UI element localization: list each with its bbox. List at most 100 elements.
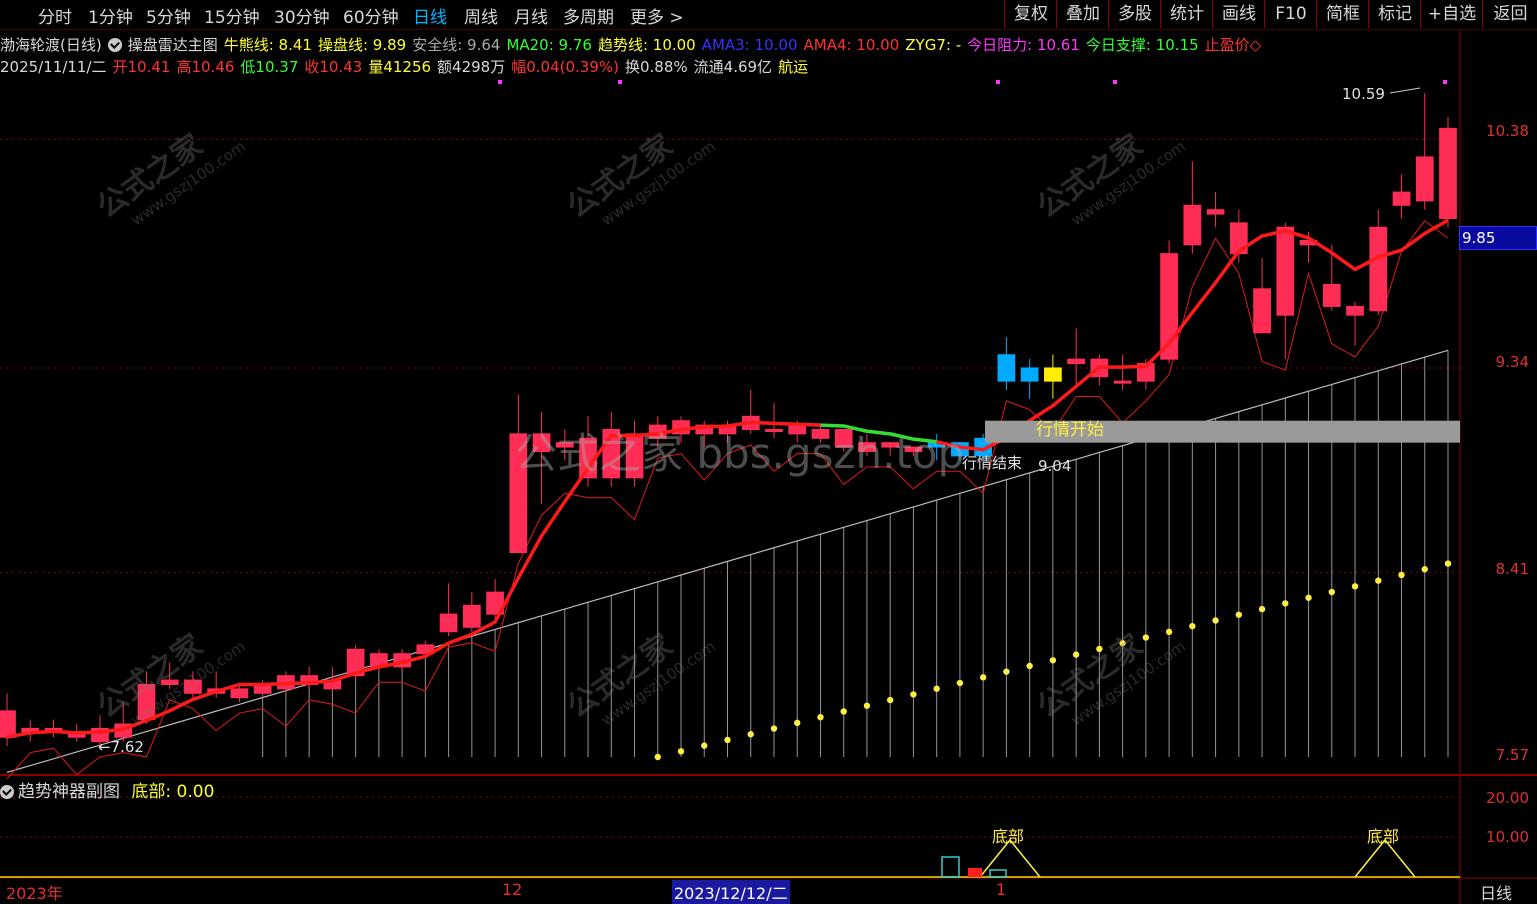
dropdown-check-icon[interactable] bbox=[107, 38, 122, 52]
candle-body bbox=[137, 683, 156, 721]
candle-body bbox=[555, 442, 574, 448]
sub-bar bbox=[968, 868, 982, 877]
candle-body bbox=[904, 446, 923, 452]
candle-body bbox=[834, 428, 853, 448]
candle-body bbox=[1369, 226, 1388, 312]
bull-bear-dot bbox=[1096, 645, 1103, 653]
indicator-value: 操盘线: 9.89 bbox=[317, 36, 407, 54]
tab-fenshi[interactable]: 分时 bbox=[38, 3, 72, 28]
bull-bear-dot bbox=[1328, 588, 1335, 596]
button-f10[interactable]: F10 bbox=[1264, 0, 1317, 28]
tab-daily[interactable]: 日线 bbox=[413, 3, 447, 28]
high-arrow bbox=[1389, 87, 1421, 94]
tab-30min[interactable]: 30分钟 bbox=[274, 3, 330, 28]
bull-bear-dot bbox=[840, 708, 847, 715]
trend-start-label: 行情开始 bbox=[1036, 420, 1104, 440]
bull-bear-dot bbox=[1072, 651, 1080, 658]
candle-body bbox=[1020, 367, 1039, 382]
x-label-cursor-date: 2023/12/12/二 bbox=[672, 880, 790, 904]
formula-name[interactable]: 操盘雷达主图 bbox=[128, 36, 218, 54]
sub-bar bbox=[941, 856, 960, 878]
indicator-value: 安全线: 9.64 bbox=[412, 36, 501, 54]
candle-body bbox=[509, 433, 528, 554]
x-label-dec: 12 bbox=[502, 880, 523, 899]
bottom-marker-label: 底部 bbox=[1367, 827, 1399, 846]
tab-1min[interactable]: 1分钟 bbox=[88, 3, 133, 28]
tab-weekly[interactable]: 周线 bbox=[464, 3, 498, 28]
indicator-value: ZYG7: - bbox=[905, 36, 962, 54]
quote-value: 高10.46 bbox=[176, 58, 235, 76]
x-label-year: 2023年 bbox=[6, 884, 63, 903]
indicator-value: 今日支撑: 10.15 bbox=[1085, 36, 1199, 54]
stock-name[interactable]: 渤海轮渡(日线) bbox=[0, 36, 102, 54]
bull-bear-dot bbox=[979, 674, 987, 681]
quote-values: 开10.41 高10.46 低10.37 收10.43 量41256 额4298万 幅0.0… bbox=[113, 58, 815, 76]
bull-bear-dot bbox=[1003, 668, 1010, 675]
bull-bear-dot bbox=[1305, 594, 1312, 601]
trend-end-value: 9.04 bbox=[1038, 457, 1071, 475]
high-price-label: 10.59 bbox=[1342, 85, 1385, 103]
quote-value: 量41256 bbox=[368, 58, 432, 76]
bull-bear-dot bbox=[933, 685, 940, 692]
bull-bear-dot bbox=[1119, 640, 1126, 647]
bottom-marker-label: 底部 bbox=[992, 827, 1024, 846]
indicator-value: 今日阻力: 10.61 bbox=[967, 36, 1080, 54]
candle-body bbox=[1276, 226, 1295, 316]
tab-more[interactable]: 更多 > bbox=[630, 3, 684, 28]
tab-monthly[interactable]: 月线 bbox=[514, 3, 548, 28]
signal-dot bbox=[1113, 80, 1117, 84]
period-label: 日线 bbox=[1480, 884, 1513, 903]
signal-dot bbox=[1443, 80, 1447, 84]
candle-body bbox=[788, 424, 807, 435]
quote-line: 2025/11/11/二 开10.41 高10.46 低10.37 收10.43 量412… bbox=[0, 56, 820, 77]
candle-body bbox=[765, 428, 783, 432]
kline-chart[interactable]: 10.59 ←7.62 行情开始行情结束 9.04 底部 底部 bbox=[0, 0, 1537, 904]
sub-y-label-20: 20.00 bbox=[1486, 789, 1529, 807]
bull-bear-dot bbox=[863, 702, 871, 709]
candle-body bbox=[1439, 127, 1457, 219]
button-fuquan[interactable]: 复权 bbox=[1004, 0, 1057, 28]
quote-value: 额4298万 bbox=[437, 58, 506, 76]
tab-15min[interactable]: 15分钟 bbox=[204, 3, 260, 28]
bull-bear-dot bbox=[1165, 628, 1173, 636]
bull-bear-dot bbox=[910, 691, 917, 698]
y-label-2: 9.34 bbox=[1495, 353, 1529, 371]
quote-value: 航运 bbox=[778, 58, 809, 76]
candle-body bbox=[532, 433, 551, 452]
signal-dot bbox=[498, 80, 502, 84]
quote-value: 收10.43 bbox=[304, 58, 363, 76]
button-overlay[interactable]: 叠加 bbox=[1056, 0, 1109, 28]
candle-body bbox=[1044, 367, 1062, 382]
bull-bear-dot bbox=[956, 679, 964, 687]
button-back[interactable]: 返回 bbox=[1482, 0, 1537, 28]
tab-5min[interactable]: 5分钟 bbox=[146, 3, 191, 28]
bull-bear-dot bbox=[1375, 577, 1382, 584]
button-mark[interactable]: 标记 bbox=[1368, 0, 1421, 28]
bull-bear-dot bbox=[794, 719, 801, 727]
button-draw[interactable]: 画线 bbox=[1212, 0, 1265, 28]
button-stats[interactable]: 统计 bbox=[1160, 0, 1213, 28]
quote-date: 2025/11/11/二 bbox=[0, 58, 107, 76]
indicator-value: 趋势线: 10.00 bbox=[597, 36, 696, 54]
y-label-top: 10.38 bbox=[1486, 122, 1529, 140]
candle-body bbox=[184, 679, 202, 694]
indicator-value: 止盈价◇ bbox=[1204, 36, 1262, 54]
tab-multi-period[interactable]: 多周期 bbox=[563, 3, 614, 28]
low-price-label: ←7.62 bbox=[98, 738, 144, 756]
button-add-watchlist[interactable]: +自选 bbox=[1420, 0, 1483, 28]
quote-value: 幅0.04(0.39%) bbox=[511, 58, 619, 76]
candle-body bbox=[858, 442, 876, 452]
quote-value: 流通4.69亿 bbox=[693, 58, 773, 76]
tab-60min[interactable]: 60分钟 bbox=[343, 3, 399, 28]
indicator-value: AMA3: 10.00 bbox=[701, 36, 798, 54]
button-simple-frame[interactable]: 简框 bbox=[1316, 0, 1369, 28]
button-multi-stock[interactable]: 多股 bbox=[1108, 0, 1161, 28]
bull-bear-dot bbox=[1444, 560, 1452, 567]
ma-line bbox=[6, 420, 821, 739]
sub-chart-title[interactable]: 趋势神器副图 bbox=[18, 782, 120, 802]
candle-body bbox=[625, 433, 644, 479]
bull-bear-dot bbox=[1189, 622, 1196, 630]
indicator-value: 牛熊线: 8.41 bbox=[223, 36, 312, 54]
dropdown-check-icon[interactable] bbox=[0, 785, 14, 799]
candle-body bbox=[1253, 288, 1271, 334]
